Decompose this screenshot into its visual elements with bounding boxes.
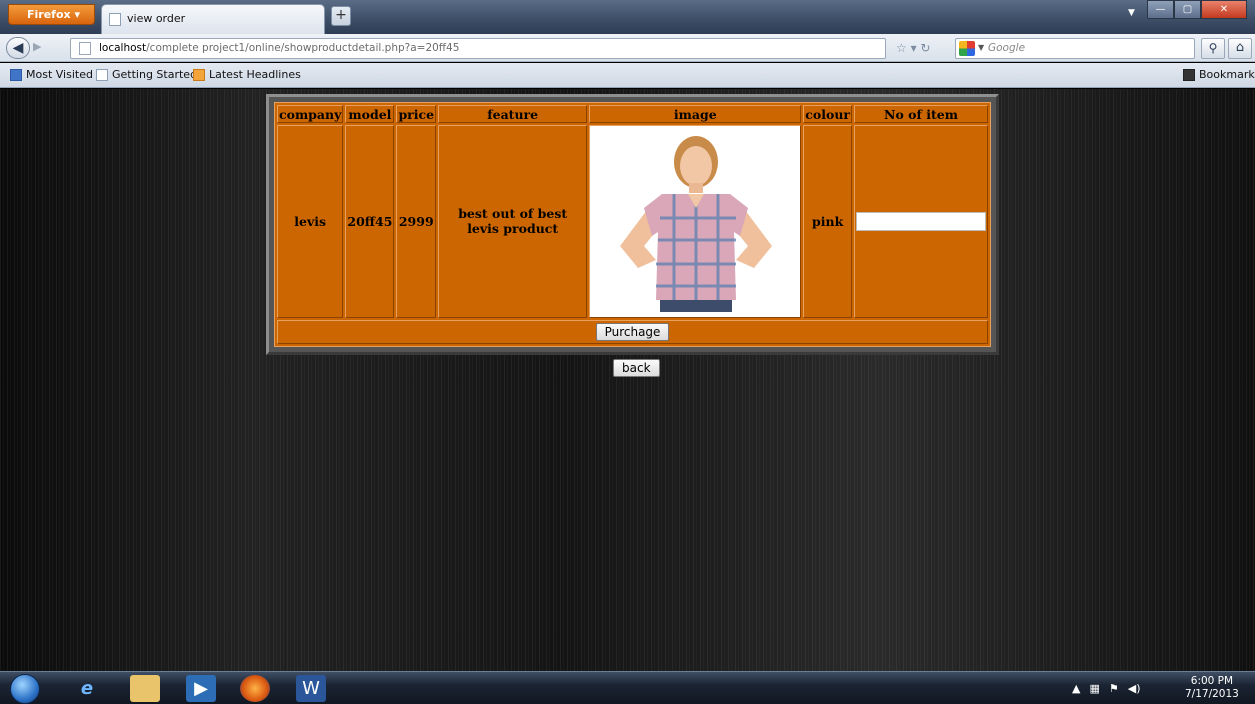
url-host: localhost <box>99 42 147 54</box>
page-icon <box>109 13 121 26</box>
firefox-menu-label: Firefox <box>27 8 71 21</box>
bookmark-label: Latest Headlines <box>209 68 301 81</box>
new-tab-button[interactable]: + <box>331 6 351 26</box>
product-image <box>589 125 802 318</box>
start-button[interactable] <box>10 674 40 704</box>
cell-model: 20ff45 <box>345 125 395 318</box>
search-bar[interactable]: ▼ Google <box>955 38 1195 59</box>
clock-date: 7/17/2013 <box>1185 688 1239 700</box>
volume-icon[interactable]: ◀) <box>1128 682 1141 695</box>
cell-feature: best out of best levis product <box>438 125 588 318</box>
clock-time: 6:00 PM <box>1190 675 1234 687</box>
header-model: model <box>345 105 395 124</box>
table-row: levis 20ff45 2999 best out of best levis… <box>277 125 988 318</box>
cell-price: 2999 <box>396 125 437 318</box>
minimize-button[interactable]: — <box>1147 0 1174 19</box>
most-visited-icon <box>10 68 22 81</box>
header-no-of-item: No of item <box>854 105 988 124</box>
bookmarks-menu[interactable]: Bookmarks <box>1183 68 1255 81</box>
title-bar: Firefox ▾ view order + ▼ — ▢ ✕ <box>0 0 1255 34</box>
firefox-menu-button[interactable]: Firefox ▾ <box>8 4 95 25</box>
bookmarks-toolbar: Most Visited Getting Started Latest Head… <box>0 63 1255 88</box>
navigation-toolbar: ◀ ▶ localhost/complete project1/online/s… <box>0 34 1255 62</box>
system-tray: ▲ ▦ ⚑ ◀) <box>1072 682 1141 695</box>
order-table-frame: company model price feature image colour… <box>266 94 999 355</box>
table-header-row: company model price feature image colour… <box>277 105 988 124</box>
purchase-cell: Purchage <box>277 319 988 344</box>
no-of-item-input[interactable] <box>856 211 986 231</box>
header-company: company <box>277 105 344 124</box>
back-arrow-icon[interactable]: ◀ <box>6 37 30 59</box>
page-content: company model price feature image colour… <box>0 89 1255 671</box>
order-table: company model price feature image colour… <box>274 102 991 347</box>
header-colour: colour <box>803 105 852 124</box>
network-icon[interactable]: ▦ <box>1089 682 1099 695</box>
header-price: price <box>396 105 437 124</box>
url-bar-actions: ☆ ▾ ↻ <box>896 41 931 55</box>
product-photo <box>590 127 801 312</box>
clock[interactable]: 6:00 PM 7/17/2013 <box>1185 675 1239 701</box>
search-placeholder: Google <box>988 42 1026 54</box>
bookmark-most-visited[interactable]: Most Visited <box>10 68 93 81</box>
home-icon[interactable]: ⌂ <box>1228 38 1252 59</box>
search-engine-dropdown-icon[interactable]: ▼ <box>978 43 984 52</box>
tab-label: view order <box>127 12 186 25</box>
back-forward-group: ◀ ▶ <box>6 37 62 59</box>
back-button[interactable]: back <box>613 359 660 377</box>
internet-explorer-icon[interactable]: e <box>72 675 102 702</box>
page-icon <box>96 68 108 81</box>
bookmark-getting-started[interactable]: Getting Started <box>96 68 197 81</box>
media-player-icon[interactable]: ▶ <box>186 675 216 702</box>
url-bar[interactable]: localhost/complete project1/online/showp… <box>70 38 886 59</box>
rss-icon <box>193 68 205 81</box>
bookmark-label: Getting Started <box>112 68 198 81</box>
google-icon[interactable] <box>959 41 975 56</box>
back-wrapper: back <box>613 357 660 377</box>
bookmarks-icon <box>1183 68 1195 81</box>
reload-icon[interactable]: ↻ <box>920 41 930 55</box>
tab-view-order[interactable]: view order <box>101 4 325 34</box>
windows-taskbar: e ▶ W ▲ ▦ ⚑ ◀) 6:00 PM 7/17/2013 <box>0 671 1255 704</box>
word-icon[interactable]: W <box>296 675 326 702</box>
forward-arrow-icon[interactable]: ▶ <box>33 40 41 53</box>
file-explorer-icon[interactable] <box>130 675 160 702</box>
purchase-row: Purchage <box>277 319 988 344</box>
bookmark-label: Most Visited <box>26 68 93 81</box>
window-controls: — ▢ ✕ <box>1147 0 1247 20</box>
site-identity-icon[interactable] <box>79 42 91 55</box>
cell-no-of-item <box>854 125 988 318</box>
bookmarks-menu-label: Bookmarks <box>1199 68 1255 81</box>
cell-company: levis <box>277 125 344 318</box>
url-text: localhost/complete project1/online/showp… <box>99 42 459 54</box>
close-button[interactable]: ✕ <box>1201 0 1247 19</box>
bookmark-latest-headlines[interactable]: Latest Headlines <box>193 68 301 81</box>
firefox-icon[interactable] <box>240 675 270 702</box>
tab-list-dropdown-icon[interactable]: ▼ <box>1128 8 1135 18</box>
header-feature: feature <box>438 105 588 124</box>
action-center-flag-icon[interactable]: ⚑ <box>1109 682 1119 695</box>
show-hidden-icons-icon[interactable]: ▲ <box>1072 682 1080 695</box>
star-bookmark-icon[interactable]: ☆ <box>896 41 907 55</box>
search-icon[interactable]: ⚲ <box>1201 38 1225 59</box>
maximize-button[interactable]: ▢ <box>1174 0 1201 19</box>
purchase-button[interactable]: Purchage <box>595 322 670 341</box>
header-image: image <box>589 105 802 124</box>
url-path: /complete project1/online/showproductdet… <box>146 42 460 54</box>
cell-colour: pink <box>803 125 852 318</box>
